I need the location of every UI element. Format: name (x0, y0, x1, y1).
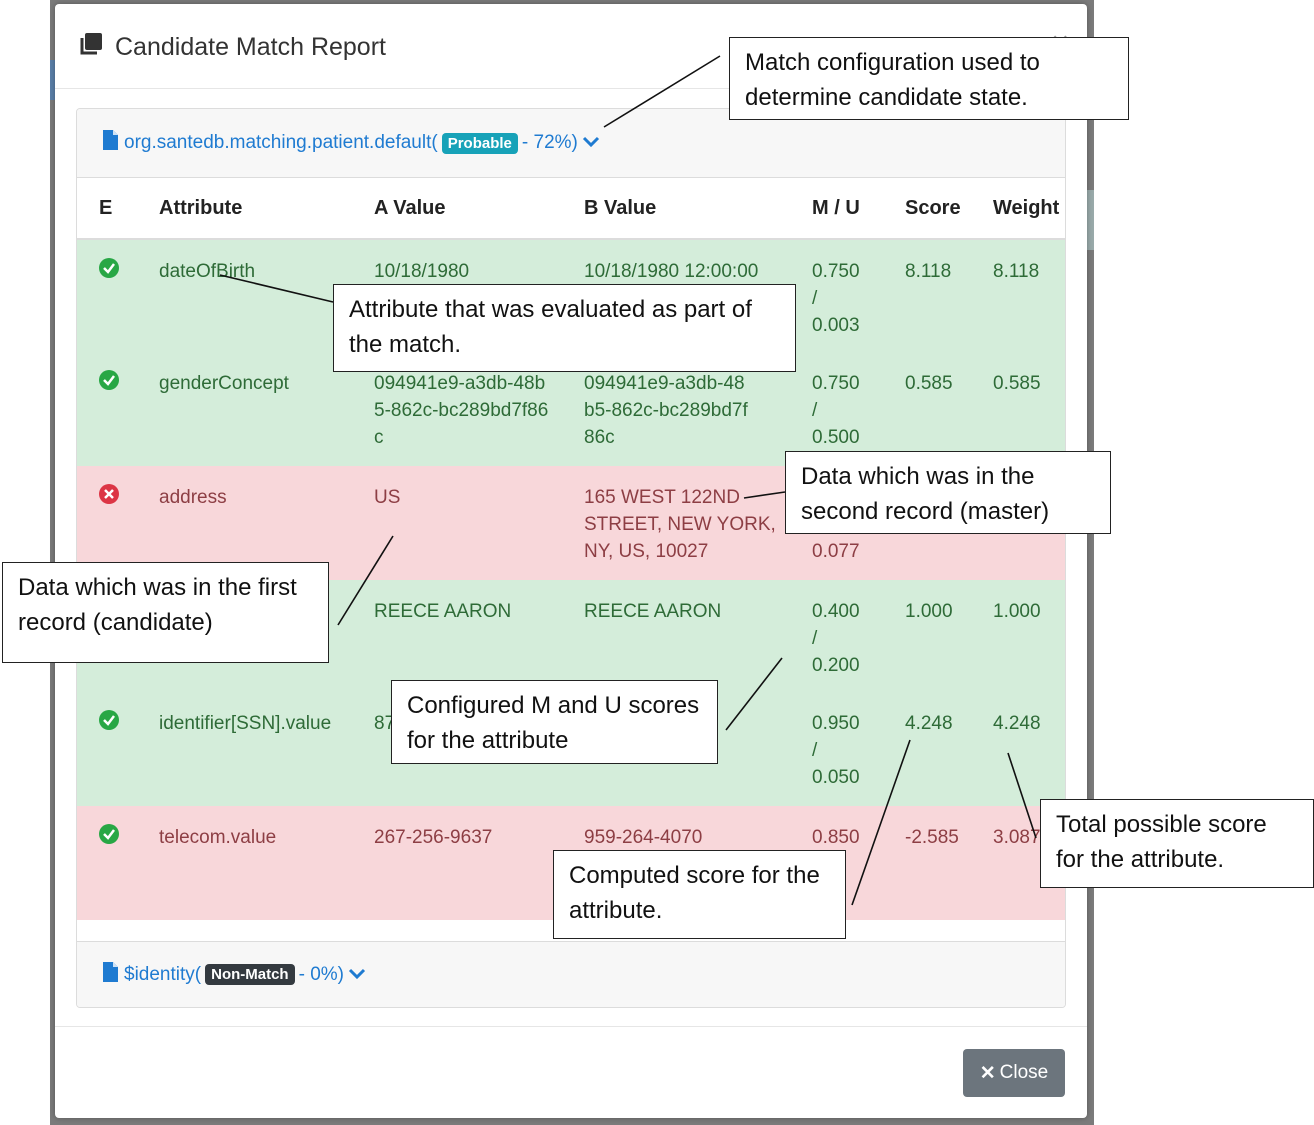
u-value: 0.200 (812, 655, 860, 676)
score-cell: -2.585 (883, 806, 971, 920)
weight-cell: 4.248 (971, 692, 1065, 806)
backdrop-fragment (1087, 190, 1094, 250)
weight-cell: 8.118 (971, 239, 1065, 352)
modal-title-text: Candidate Match Report (115, 33, 386, 61)
callout-config: Match configuration used to determine ca… (729, 37, 1129, 120)
callout-first-record: Data which was in the first record (cand… (2, 562, 329, 663)
u-value: 0.003 (812, 315, 860, 336)
identity-header[interactable]: $identity ( Non-Match - 0%) (77, 941, 1065, 1007)
col-header-weight: Weight (971, 178, 1065, 240)
modal-footer: ✕ Close (55, 1026, 1087, 1119)
score-cell: 0.585 (883, 352, 971, 466)
check-circle-icon (99, 258, 119, 283)
non-match-badge: Non-Match (205, 964, 295, 985)
config-open-paren: ( (431, 132, 438, 153)
mu-cell: 0.400/0.200 (790, 580, 883, 692)
weight-cell: 0.585 (971, 352, 1065, 466)
x-circle-icon (99, 484, 119, 509)
col-header-e: E (77, 178, 137, 240)
status-cell (77, 806, 137, 920)
a-value-cell: US (352, 466, 562, 580)
m-value: 0.750 (812, 373, 860, 394)
chevron-down-icon[interactable] (582, 132, 600, 154)
status-cell (77, 692, 137, 806)
attribute-cell: genderConcept (137, 352, 352, 466)
m-value: 0.750 (812, 261, 860, 282)
close-button[interactable]: ✕ Close (963, 1049, 1065, 1097)
a-value-cell: 267-256-9637 (352, 806, 562, 920)
chevron-down-icon[interactable] (348, 964, 366, 986)
config-percent: - 72%) (521, 132, 578, 153)
mu-cell: 0.750/0.003 (790, 239, 883, 352)
u-value: 0.050 (812, 767, 860, 788)
a-value-cell: REECE AARON (352, 580, 562, 692)
u-value: 0.077 (812, 541, 860, 562)
score-cell: 4.248 (883, 692, 971, 806)
candidate-match-modal: Candidate Match Report × org.santedb.mat… (55, 4, 1087, 1118)
modal-title: Candidate Match Report (79, 32, 386, 63)
score-cell: 1.000 (883, 580, 971, 692)
status-cell (77, 352, 137, 466)
file-icon (103, 130, 118, 156)
m-value: 0.400 (812, 601, 860, 622)
col-header-a-value: A Value (352, 178, 562, 240)
table-header-row: E Attribute A Value B Value M / U Score … (77, 178, 1065, 240)
identity-percent: - 0%) (298, 963, 345, 985)
identity-name[interactable]: $identity (124, 964, 195, 986)
callout-mu: Configured M and U scores for the attrib… (391, 680, 718, 764)
mu-cell: 0.950/0.050 (790, 692, 883, 806)
close-icon: ✕ (979, 1062, 996, 1084)
col-header-score: Score (883, 178, 971, 240)
attribute-cell: dateOfBirth (137, 239, 352, 352)
config-name[interactable]: org.santedb.matching.patient.default (124, 132, 431, 154)
file-icon (103, 961, 118, 988)
col-header-mu: M / U (790, 178, 883, 240)
attribute-cell: telecom.value (137, 806, 352, 920)
col-header-attribute: Attribute (137, 178, 352, 240)
identity-open-paren: ( (194, 963, 202, 985)
score-cell: 8.118 (883, 239, 971, 352)
check-circle-icon (99, 370, 119, 395)
mu-cell: 0.750/0.500 (790, 352, 883, 466)
weight-cell: 1.000 (971, 580, 1065, 692)
callout-attribute: Attribute that was evaluated as part of … (333, 284, 796, 372)
b-value-cell: 165 WEST 122ND STREET, NEW YORK, NY, US,… (562, 466, 790, 580)
check-circle-icon (99, 710, 119, 735)
callout-second-record: Data which was in the second record (mas… (785, 451, 1111, 534)
check-circle-icon (99, 824, 119, 849)
m-value: 0.950 (812, 713, 860, 734)
close-button-label: Close (999, 1062, 1049, 1083)
status-cell (77, 239, 137, 352)
attribute-cell: identifier[SSN].value (137, 692, 352, 806)
col-header-b-value: B Value (562, 178, 790, 240)
callout-score: Computed score for the attribute. (553, 850, 846, 939)
b-value-cell: REECE AARON (562, 580, 790, 692)
callout-weight: Total possible score for the attribute. (1040, 799, 1314, 888)
copy-icon (79, 32, 103, 63)
u-value: 0.500 (812, 427, 860, 448)
probable-badge: Probable (441, 132, 518, 154)
